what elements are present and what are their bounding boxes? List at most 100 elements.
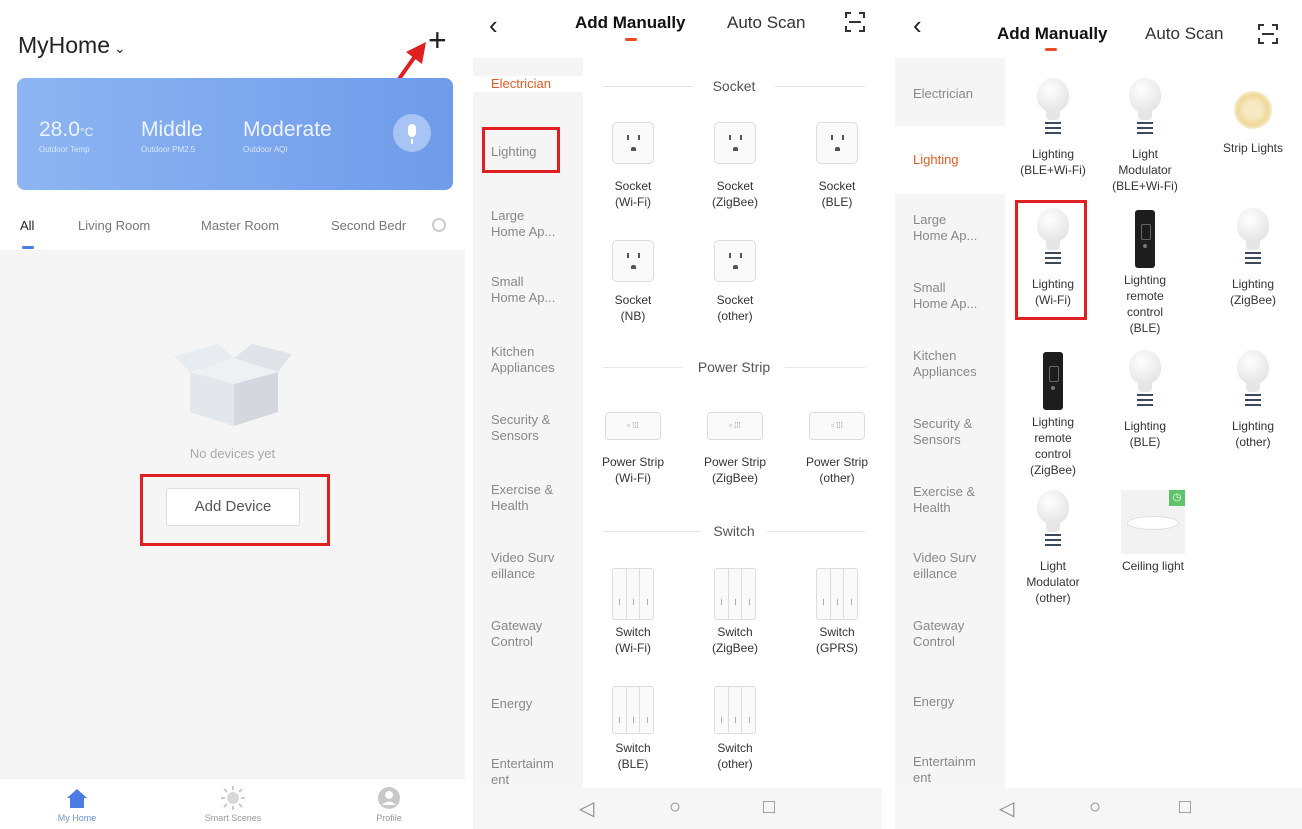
- temp-label: Outdoor Temp: [39, 145, 90, 154]
- category-entertainment[interactable]: Entertainm ent: [895, 754, 1005, 786]
- sun-icon: [221, 786, 245, 810]
- switch-icon: [816, 568, 858, 620]
- device-lighting-ble-wifi[interactable]: Lighting (BLE+Wi-Fi): [1011, 78, 1095, 178]
- device-lighting-remote-ble[interactable]: Lighting remote control (BLE): [1103, 210, 1187, 336]
- category-small-home-appliances[interactable]: Small Home Ap...: [895, 280, 1005, 312]
- bulb-icon: [1033, 490, 1073, 554]
- back-icon[interactable]: ‹: [913, 10, 922, 41]
- category-large-home-appliances[interactable]: Large Home Ap...: [895, 212, 1005, 244]
- device-light-modulator-other[interactable]: Light Modulator (other): [1011, 490, 1095, 606]
- device-ceiling-light[interactable]: ◷ Ceiling light: [1111, 490, 1195, 574]
- device-label: Power Strip (Wi-Fi): [601, 455, 665, 485]
- tab-master-room[interactable]: Master Room: [201, 218, 279, 233]
- category-entertainment[interactable]: Entertainm ent: [473, 756, 583, 788]
- switch-icon: [612, 686, 654, 734]
- socket-icon: [612, 240, 654, 282]
- category-energy[interactable]: Energy: [473, 696, 583, 712]
- device-switch-zigbee[interactable]: Switch (ZigBee): [693, 568, 777, 656]
- header: ‹ Add Manually Auto Scan: [895, 0, 1302, 58]
- category-large-home-appliances[interactable]: Large Home Ap...: [473, 208, 583, 240]
- device-label: Socket (other): [716, 293, 754, 323]
- temp-unit: °C: [79, 125, 94, 139]
- category-lighting[interactable]: Lighting: [895, 126, 1005, 194]
- bulb-icon: [1125, 350, 1165, 414]
- socket-icon: [714, 122, 756, 164]
- outdoor-pm: Middle Outdoor PM2.5: [141, 118, 203, 154]
- divider: [603, 86, 693, 87]
- device-socket-zigbee[interactable]: Socket (ZigBee): [693, 122, 777, 210]
- divider: [767, 531, 865, 532]
- home-circle-icon[interactable]: ○: [1089, 796, 1101, 819]
- recents-square-icon[interactable]: □: [1179, 796, 1191, 819]
- device-socket-nb[interactable]: Socket (NB): [591, 240, 675, 324]
- device-power-strip-zigbee[interactable]: ▫ ⁞⁞⁞ Power Strip (ZigBee): [693, 412, 777, 486]
- device-light-modulator-ble-wifi[interactable]: Light Modulator (BLE+Wi-Fi): [1103, 78, 1187, 194]
- tab-all[interactable]: All: [20, 218, 34, 233]
- socket-icon: [714, 240, 756, 282]
- category-gateway-control[interactable]: Gateway Control: [473, 618, 583, 650]
- category-video-surveillance[interactable]: Video Surv eillance: [473, 550, 583, 582]
- device-label: Switch (other): [717, 741, 753, 771]
- scan-icon[interactable]: [845, 12, 865, 32]
- device-switch-wifi[interactable]: Switch (Wi-Fi): [591, 568, 675, 656]
- device-lighting-other[interactable]: Lighting (other): [1211, 350, 1295, 450]
- nav-profile[interactable]: Profile: [334, 785, 444, 823]
- bulb-icon: [1125, 78, 1165, 142]
- category-security-sensors[interactable]: Security & Sensors: [473, 412, 583, 444]
- device-label: Lighting remote control (BLE): [1123, 273, 1167, 335]
- microphone-icon[interactable]: [393, 114, 431, 152]
- tab-add-manually[interactable]: Add Manually: [997, 24, 1108, 44]
- back-triangle-icon[interactable]: ◁: [999, 796, 1014, 821]
- nav-my-home[interactable]: My Home: [22, 785, 132, 823]
- device-socket-wifi[interactable]: Socket (Wi-Fi): [591, 122, 675, 210]
- category-exercise-health[interactable]: Exercise & Health: [473, 482, 583, 514]
- device-switch-other[interactable]: Switch (other): [693, 686, 777, 772]
- profile-icon: [378, 787, 400, 809]
- tab-second-bedroom[interactable]: Second Bedr: [331, 218, 406, 233]
- remote-icon: [1135, 210, 1155, 268]
- scan-icon[interactable]: [1258, 24, 1278, 44]
- device-strip-lights[interactable]: Strip Lights: [1211, 84, 1295, 156]
- tab-add-manually[interactable]: Add Manually: [575, 13, 686, 33]
- recents-square-icon[interactable]: □: [763, 796, 775, 819]
- category-energy[interactable]: Energy: [895, 694, 1005, 710]
- device-power-strip-other[interactable]: ▫ ⁞⁞⁞ Power Strip (other): [795, 412, 879, 486]
- device-power-strip-wifi[interactable]: ▫ ⁞⁞⁞ Power Strip (Wi-Fi): [591, 412, 675, 486]
- category-small-home-appliances[interactable]: Small Home Ap...: [473, 274, 583, 306]
- outdoor-aqi: Moderate Outdoor AQI: [243, 118, 332, 154]
- home-circle-icon[interactable]: ○: [669, 796, 681, 819]
- switch-icon: [612, 568, 654, 620]
- device-label: Light Modulator (BLE+Wi-Fi): [1112, 147, 1178, 193]
- room-settings-icon[interactable]: [432, 218, 446, 232]
- home-title: MyHome: [18, 32, 111, 58]
- tab-auto-scan[interactable]: Auto Scan: [1145, 24, 1223, 44]
- divider: [775, 86, 865, 87]
- category-video-surveillance[interactable]: Video Surv eillance: [895, 550, 1005, 582]
- category-electrician[interactable]: Electrician: [895, 86, 1005, 102]
- category-exercise-health[interactable]: Exercise & Health: [895, 484, 1005, 516]
- system-nav-bar: ◁ ○ □: [473, 788, 882, 829]
- switch-icon: [714, 568, 756, 620]
- section-socket: Socket: [712, 78, 756, 94]
- bulb-icon: [1233, 350, 1273, 414]
- device-lighting-ble[interactable]: Lighting (BLE): [1103, 350, 1187, 450]
- device-socket-other[interactable]: Socket (other): [693, 240, 777, 324]
- back-icon[interactable]: ‹: [489, 10, 498, 41]
- nav-smart-scenes[interactable]: Smart Scenes: [178, 785, 288, 823]
- category-electrician[interactable]: Electrician: [473, 76, 583, 92]
- device-socket-ble[interactable]: Socket (BLE): [795, 122, 879, 210]
- home-selector[interactable]: MyHome ⌄: [18, 32, 126, 59]
- active-tab-indicator: [625, 38, 637, 41]
- device-lighting-remote-zigbee[interactable]: Lighting remote control (ZigBee): [1011, 352, 1095, 478]
- device-lighting-zigbee[interactable]: Lighting (ZigBee): [1211, 208, 1295, 308]
- category-security-sensors[interactable]: Security & Sensors: [895, 416, 1005, 448]
- category-gateway-control[interactable]: Gateway Control: [895, 618, 1005, 650]
- tab-auto-scan[interactable]: Auto Scan: [727, 13, 805, 33]
- back-triangle-icon[interactable]: ◁: [579, 796, 594, 821]
- tab-living-room[interactable]: Living Room: [78, 218, 150, 233]
- device-switch-gprs[interactable]: Switch (GPRS): [795, 568, 879, 656]
- category-kitchen-appliances[interactable]: Kitchen Appliances: [473, 344, 583, 376]
- category-kitchen-appliances[interactable]: Kitchen Appliances: [895, 348, 1005, 380]
- device-switch-ble[interactable]: Switch (BLE): [591, 686, 675, 772]
- power-strip-icon: ▫ ⁞⁞⁞: [707, 412, 763, 440]
